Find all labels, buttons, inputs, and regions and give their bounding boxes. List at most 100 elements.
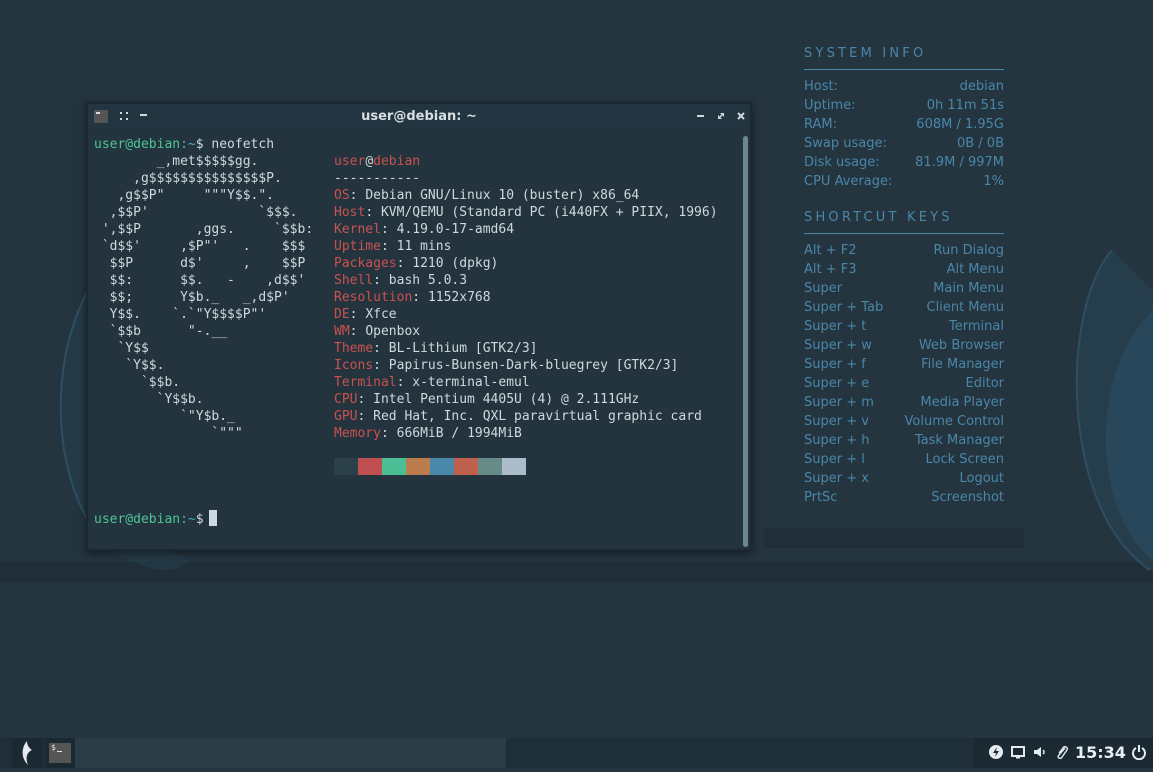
shortcut-value: Editor <box>965 376 1004 391</box>
system-info-key: Disk usage: <box>804 155 880 170</box>
system-info-row: Host: debian <box>804 77 1004 96</box>
clock[interactable]: 15:34 <box>1075 743 1126 762</box>
system-info-value: 0B / 0B <box>956 136 1004 151</box>
info-value: Debian GNU/Linux 10 (buster) x86_64 <box>365 188 640 203</box>
ascii-art-line: $$P d$' , $$P <box>94 256 306 271</box>
info-value: BL-Lithium [GTK2/3] <box>388 341 538 356</box>
system-info-row: Swap usage: 0B / 0B <box>804 134 1004 153</box>
terminal-window[interactable]: user@debian: ~ user@debian:~$ neofetch _… <box>86 102 752 551</box>
ascii-art-line: `"Y$b._ <box>94 409 235 424</box>
system-info-key: CPU Average: <box>804 174 893 189</box>
info-label: OS <box>334 188 350 203</box>
color-swatch <box>382 458 406 475</box>
power-icon[interactable] <box>1131 744 1147 764</box>
shortcut-row: Super + m Media Player <box>804 393 1004 412</box>
menu-launcher-button[interactable] <box>12 738 42 768</box>
terminal-task-icon <box>49 743 71 763</box>
wallpaper-band <box>764 528 1024 548</box>
info-label: WM <box>334 324 350 339</box>
shortcut-value: Task Manager <box>914 433 1004 448</box>
color-palette <box>334 458 526 475</box>
info-value: Xfce <box>365 307 397 322</box>
taskbar: 15:34 <box>0 738 1153 768</box>
color-swatch <box>454 458 478 475</box>
shortcut-key: Alt + F2 <box>804 243 857 258</box>
minimize-button[interactable] <box>695 110 707 122</box>
shortcut-row: Super + w Web Browser <box>804 336 1004 355</box>
info-value: x-terminal-emul <box>412 375 530 390</box>
ascii-art-line: Y$$. `.`"Y$$$$P"' <box>94 307 267 322</box>
shortcut-value: File Manager <box>921 357 1004 372</box>
volume-icon[interactable] <box>1032 744 1048 764</box>
header-at: @ <box>365 154 374 169</box>
info-value: Papirus-Bunsen-Dark-bluegrey [GTK2/3] <box>388 358 679 373</box>
shortcut-row: Super + v Volume Control <box>804 412 1004 431</box>
system-info-row: RAM: 608M / 1.95G <box>804 115 1004 134</box>
shortcut-row: Super + Tab Client Menu <box>804 298 1004 317</box>
ascii-art-line: $$; Y$b._ _,d$P' <box>94 290 290 305</box>
prompt-user: user@debian <box>94 512 181 527</box>
power-manager-icon[interactable] <box>988 744 1004 764</box>
system-tray: 15:34 <box>973 738 1153 768</box>
terminal-prompt-line[interactable]: user@debian:~$ <box>94 510 217 528</box>
header-user: user <box>334 154 366 169</box>
taskbar-terminal-button[interactable] <box>45 738 75 768</box>
system-info-value: 0h 11m 51s <box>926 98 1004 113</box>
info-value: KVM/QEMU (Standard PC (i440FX + PIIX, 19… <box>380 205 718 220</box>
conky-panel: SYSTEM INFO Host: debian Uptime: 0h 11m 51s… <box>804 46 1004 507</box>
system-info-key: Host: <box>804 79 838 94</box>
ascii-art-line: ,g$$P" """Y$$.". <box>94 188 275 203</box>
terminal-body[interactable]: user@debian:~$ neofetch _,met$$$$$gg. ,g… <box>88 130 750 549</box>
maximize-button[interactable] <box>715 110 727 122</box>
color-swatch <box>358 458 382 475</box>
shortcut-row: Super Main Menu <box>804 279 1004 298</box>
ascii-art-line: ,g$$$$$$$$$$$$$$$P. <box>94 171 282 186</box>
bunsenlabs-flame-icon <box>22 741 32 765</box>
clipboard-icon[interactable] <box>1054 744 1070 764</box>
system-info-value: debian <box>959 79 1004 94</box>
shortcut-key: Super + t <box>804 319 867 334</box>
info-label: Shell <box>334 273 374 288</box>
prompt-path: :~ <box>180 137 196 152</box>
color-swatch <box>502 458 526 475</box>
shortcut-value: Logout <box>959 471 1004 486</box>
info-value: 11 mins <box>396 239 452 254</box>
info-label: Resolution <box>334 290 413 305</box>
prompt-symbol: $ <box>195 137 204 152</box>
header-host: debian <box>373 154 421 169</box>
shortcut-key: Super + m <box>804 395 874 410</box>
color-swatch <box>478 458 502 475</box>
system-info-value: 81.9M / 997M <box>915 155 1004 170</box>
shortcut-value: Media Player <box>920 395 1004 410</box>
shortcut-keys-heading: SHORTCUT KEYS <box>804 210 953 225</box>
ascii-art-line: _,met$$$$$gg. <box>94 154 259 169</box>
shortcut-value: Alt Menu <box>946 262 1004 277</box>
ascii-art-line: $$: $$. - ,d$$' <box>94 273 306 288</box>
system-info-key: RAM: <box>804 117 837 132</box>
ascii-art-line: `$$b "-.__ <box>94 324 228 339</box>
system-info-row: Disk usage: 81.9M / 997M <box>804 153 1004 172</box>
info-value: Openbox <box>365 324 421 339</box>
shortcut-key: Super + Tab <box>804 300 884 315</box>
terminal-scrollbar[interactable] <box>743 136 748 547</box>
terminal-output: user@debian:~$ neofetch _,met$$$$$gg. ,g… <box>94 136 313 442</box>
tasklist[interactable] <box>75 738 506 768</box>
window-titlebar[interactable]: user@debian: ~ <box>88 104 750 130</box>
shortcut-value: Screenshot <box>931 490 1004 505</box>
shortcut-row: Super + e Editor <box>804 374 1004 393</box>
close-button[interactable] <box>735 110 747 122</box>
system-info-value: 608M / 1.95G <box>916 117 1004 132</box>
shortcut-value: Run Dialog <box>933 243 1004 258</box>
prompt-path: :~ <box>180 512 196 527</box>
shortcut-key: Alt + F3 <box>804 262 857 277</box>
info-label: Terminal <box>334 375 397 390</box>
info-label: Icons <box>334 358 374 373</box>
prompt-symbol: $ <box>195 512 204 527</box>
shortcut-value: Terminal <box>949 319 1004 334</box>
shortcut-value: Volume Control <box>904 414 1004 429</box>
divider <box>804 69 1004 70</box>
info-label: CPU <box>334 392 358 407</box>
display-icon[interactable] <box>1010 744 1026 764</box>
ascii-art-line: `Y$$. <box>94 358 165 373</box>
info-label: DE <box>334 307 350 322</box>
